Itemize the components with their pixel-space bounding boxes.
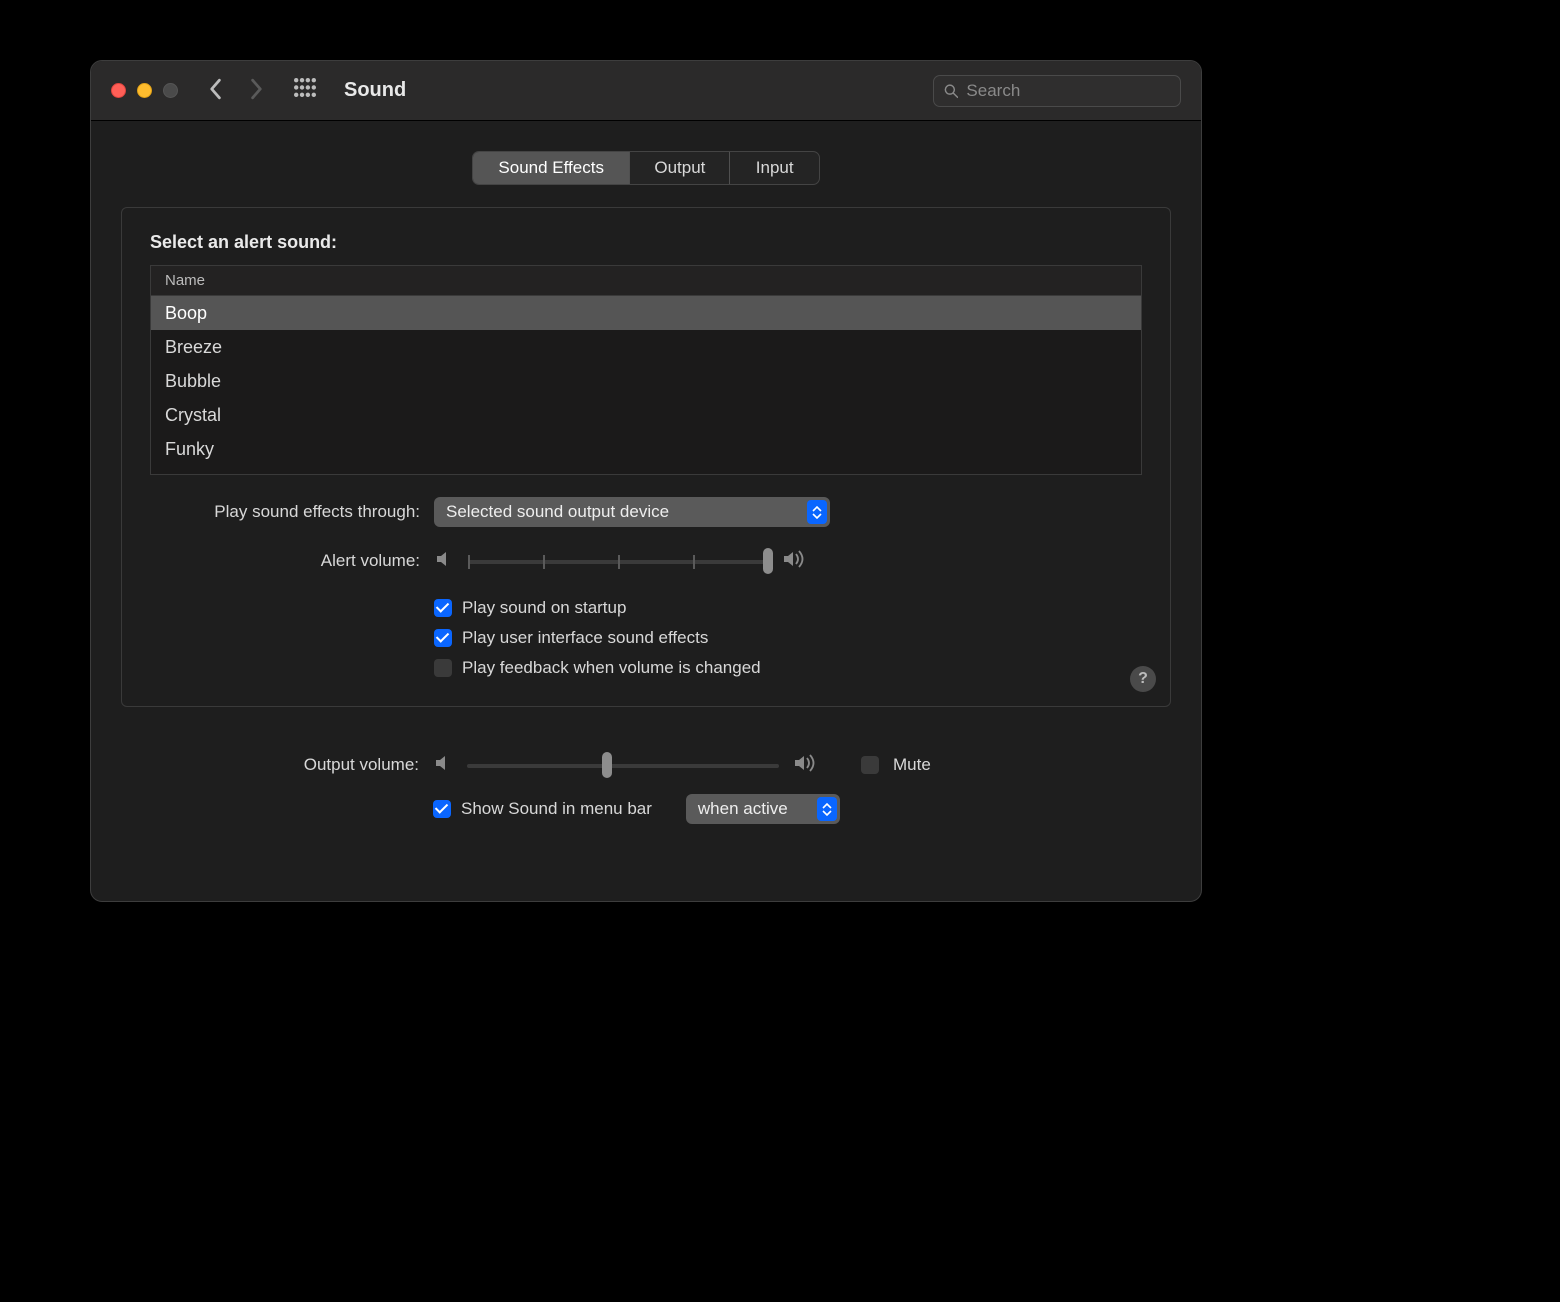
- alert-volume-row: Alert volume:: [150, 549, 1142, 572]
- output-volume-label: Output volume:: [149, 755, 433, 775]
- play-feedback-label: Play feedback when volume is changed: [462, 658, 761, 678]
- search-icon: [944, 83, 958, 99]
- show-all-button[interactable]: [294, 78, 316, 103]
- play-through-popup[interactable]: Selected sound output device: [434, 497, 830, 527]
- volume-high-icon: [782, 549, 808, 572]
- play-startup-label: Play sound on startup: [462, 598, 626, 618]
- column-header-name[interactable]: Name: [151, 266, 1141, 296]
- forward-button: [250, 78, 264, 103]
- play-through-label: Play sound effects through:: [150, 502, 434, 522]
- help-button[interactable]: ?: [1130, 666, 1156, 692]
- search-field[interactable]: [933, 75, 1181, 107]
- output-section: Output volume:: [121, 707, 1171, 824]
- tabbar: Sound Effects Output Input: [472, 151, 820, 185]
- list-item[interactable]: Heroine: [151, 466, 1141, 475]
- list-item[interactable]: Funky: [151, 432, 1141, 466]
- play-through-row: Play sound effects through: Selected sou…: [150, 497, 1142, 527]
- back-button[interactable]: [208, 78, 222, 103]
- list-item[interactable]: Bubble: [151, 364, 1141, 398]
- search-input[interactable]: [966, 81, 1170, 101]
- menu-bar-row: Show Sound in menu bar when active: [149, 794, 1143, 824]
- volume-low-icon: [434, 549, 454, 572]
- list-item[interactable]: Crystal: [151, 398, 1141, 432]
- sound-preferences-window: Sound Sound Effects Output Input Select …: [90, 60, 1202, 902]
- mute-label: Mute: [893, 755, 931, 775]
- titlebar: Sound: [91, 61, 1201, 121]
- play-through-value: Selected sound output device: [446, 502, 669, 522]
- feedback-row: Play feedback when volume is changed: [150, 658, 1142, 678]
- play-feedback-checkbox[interactable]: [434, 659, 452, 677]
- show-menubar-checkbox[interactable]: [433, 800, 451, 818]
- window-controls: [111, 83, 178, 98]
- volume-high-icon: [793, 753, 819, 776]
- output-volume-slider[interactable]: [467, 755, 779, 775]
- alert-sound-list-body: Boop Breeze Bubble Crystal Funky Heroine: [151, 296, 1141, 475]
- volume-low-icon: [433, 753, 453, 776]
- tab-output[interactable]: Output: [630, 152, 730, 184]
- startup-row: Play sound on startup: [150, 598, 1142, 618]
- tab-sound-effects[interactable]: Sound Effects: [473, 152, 630, 184]
- alert-volume-slider[interactable]: [468, 551, 768, 571]
- content: Sound Effects Output Input Select an ale…: [91, 121, 1201, 824]
- list-item[interactable]: Breeze: [151, 330, 1141, 364]
- output-volume-row: Output volume:: [149, 753, 1143, 776]
- play-ui-sounds-label: Play user interface sound effects: [462, 628, 708, 648]
- play-startup-checkbox[interactable]: [434, 599, 452, 617]
- slider-thumb[interactable]: [763, 548, 773, 574]
- slider-thumb[interactable]: [602, 752, 612, 778]
- menubar-condition-popup[interactable]: when active: [686, 794, 840, 824]
- alert-volume-label: Alert volume:: [150, 551, 434, 571]
- minimize-button[interactable]: [137, 83, 152, 98]
- tab-input[interactable]: Input: [730, 152, 819, 184]
- chevron-up-down-icon: [807, 500, 827, 524]
- menubar-condition-value: when active: [698, 799, 788, 819]
- chevron-up-down-icon: [817, 797, 837, 821]
- ui-sounds-row: Play user interface sound effects: [150, 628, 1142, 648]
- sound-effects-pane: Select an alert sound: Name Boop Breeze …: [121, 207, 1171, 707]
- alert-sound-list[interactable]: Name Boop Breeze Bubble Crystal Funky He…: [150, 265, 1142, 475]
- close-button[interactable]: [111, 83, 126, 98]
- zoom-button: [163, 83, 178, 98]
- alert-sound-label: Select an alert sound:: [150, 232, 1142, 253]
- nav-arrows: [208, 78, 264, 103]
- window-title: Sound: [344, 79, 406, 102]
- play-ui-sounds-checkbox[interactable]: [434, 629, 452, 647]
- mute-checkbox[interactable]: [861, 756, 879, 774]
- list-item[interactable]: Boop: [151, 296, 1141, 330]
- show-menubar-label: Show Sound in menu bar: [461, 799, 652, 819]
